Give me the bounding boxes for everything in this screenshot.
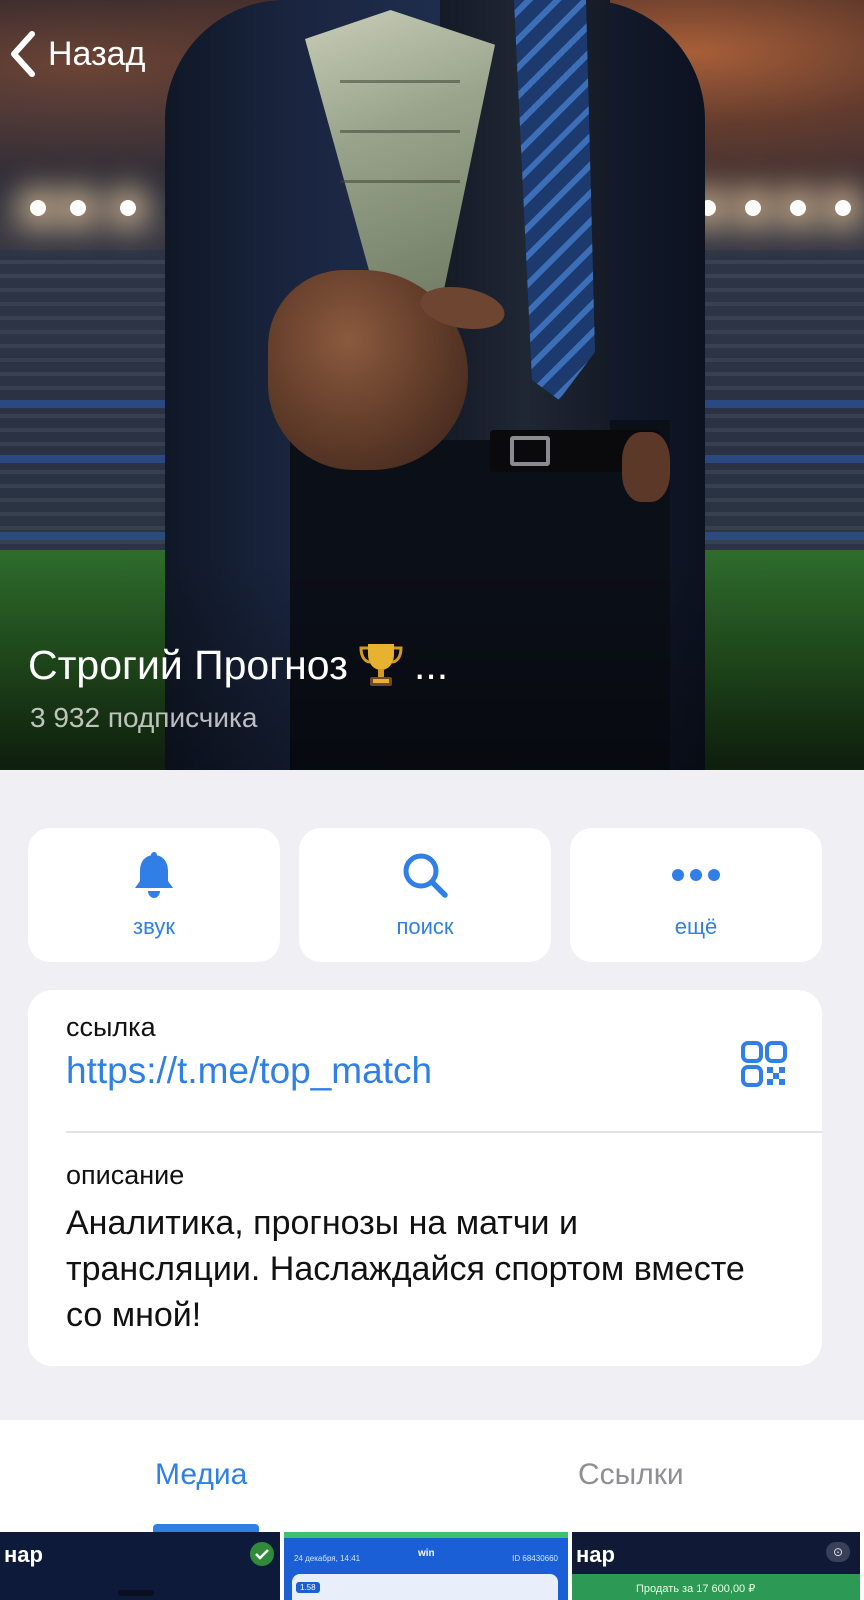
bell-icon <box>129 850 179 900</box>
media-thumbnail[interactable]: нар <box>0 1532 280 1600</box>
thumbnail-bet-panel: 1.58 <box>292 1574 558 1600</box>
content-tabs: Медиа Ссылки <box>0 1420 864 1532</box>
channel-info-card: ссылка https://t.me/top_match описание А… <box>28 990 822 1366</box>
trophy-icon <box>358 640 404 690</box>
thumbnail-caption: нар <box>576 1542 615 1567</box>
sound-label: звук <box>133 914 175 939</box>
thumbnail-sell-text: Продать за 17 600,00 ₽ <box>636 1583 756 1595</box>
view-icon: ⊙ <box>826 1542 850 1562</box>
media-thumbnail[interactable]: 24 декабря, 14:41 win ID 68430660 1.58 <box>284 1532 568 1600</box>
search-icon <box>400 850 450 900</box>
channel-description: Аналитика, прогнозы на матчи и трансляци… <box>66 1204 745 1334</box>
chevron-left-icon <box>8 28 36 80</box>
qr-code-icon[interactable] <box>740 1040 788 1088</box>
more-button[interactable]: ещё <box>570 828 822 962</box>
description-label: описание <box>66 1160 185 1190</box>
thumbnail-bar <box>118 1590 154 1596</box>
thumbnail-date: 24 декабря, 14:41 <box>294 1554 361 1563</box>
more-label: ещё <box>674 914 718 939</box>
checkmark-icon <box>250 1542 274 1566</box>
tab-media[interactable]: Медиа <box>155 1458 247 1492</box>
channel-name: Строгий Прогноз <box>28 641 348 688</box>
channel-cover-image: Назад Строгий Прогноз ... 3 932 подписчи… <box>0 0 864 770</box>
subscriber-count: 3 932 подписчика <box>30 702 258 733</box>
media-thumbnail[interactable]: нар ⊙ Продать за 17 600,00 ₽ <box>572 1532 860 1600</box>
cover-belt-buckle <box>510 436 550 466</box>
thumbnail-caption: нар <box>4 1542 43 1567</box>
tab-links[interactable]: Ссылки <box>578 1458 684 1492</box>
sound-button[interactable]: звук <box>28 828 280 962</box>
thumbnail-code: ID 68430660 <box>512 1554 558 1563</box>
media-grid: нар 24 декабря, 14:41 win ID 68430660 1.… <box>0 1532 864 1600</box>
action-buttons-row: звук поиск ещё <box>28 828 822 962</box>
title-ellipsis: ... <box>413 641 449 688</box>
back-button[interactable]: Назад <box>8 28 145 80</box>
channel-link[interactable]: https://t.me/top_match <box>66 1050 432 1092</box>
cover-hand-pocket <box>622 432 670 502</box>
search-label: поиск <box>396 914 454 939</box>
back-label: Назад <box>48 34 146 73</box>
link-label: ссылка <box>66 1012 156 1042</box>
search-button[interactable]: поиск <box>299 828 551 962</box>
thumbnail-odds: 1.58 <box>296 1582 320 1593</box>
more-dots-icon <box>671 850 721 900</box>
active-tab-indicator <box>153 1524 259 1532</box>
thumbnail-logo: win <box>418 1548 435 1559</box>
info-divider <box>66 1131 822 1133</box>
channel-title: Строгий Прогноз ... <box>28 640 448 690</box>
channel-profile-screen: Назад Строгий Прогноз ... 3 932 подписчи… <box>0 0 864 1600</box>
